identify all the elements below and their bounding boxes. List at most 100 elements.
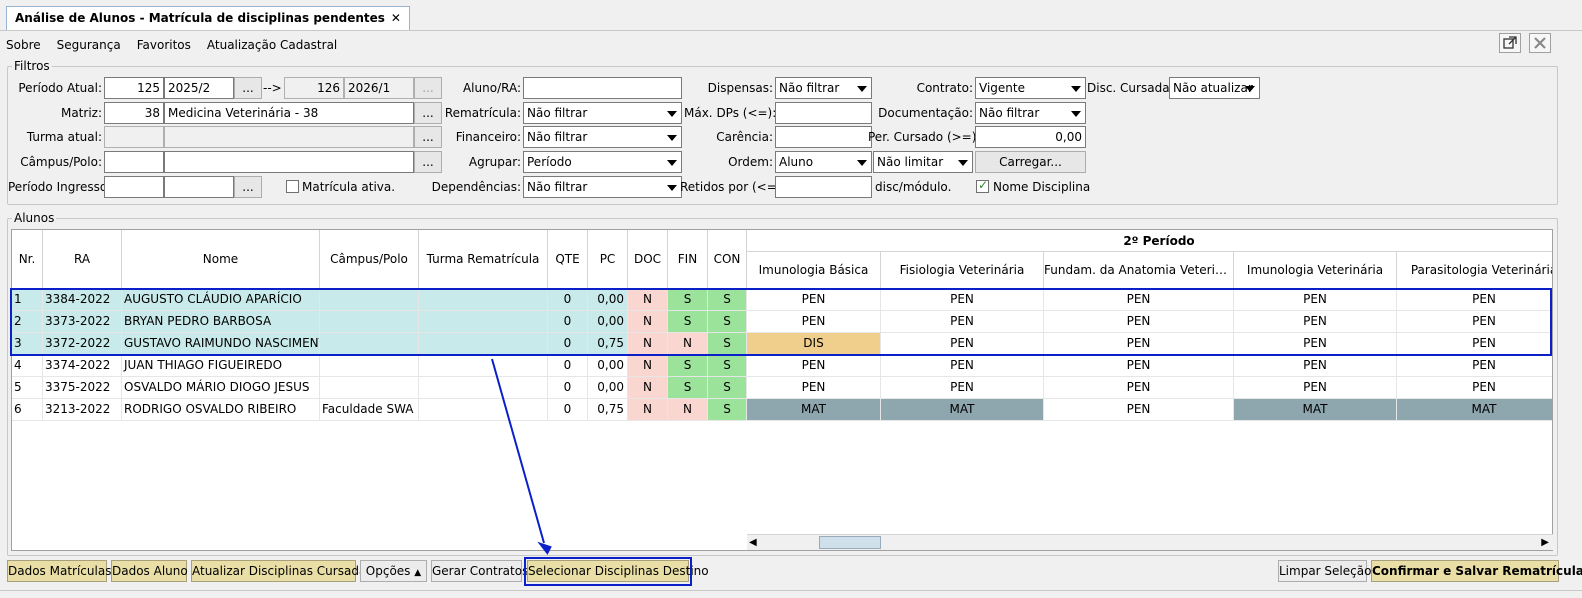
discipline-status-cell[interactable]: PEN <box>1397 377 1552 399</box>
table-cell[interactable]: N <box>628 355 668 377</box>
column-header[interactable]: Turma Rematrícula <box>419 230 548 289</box>
max-dps-input[interactable] <box>775 102 872 124</box>
opcoes-button[interactable]: Opções ▲ <box>360 560 427 582</box>
discipline-status-cell[interactable]: MAT <box>1397 399 1552 421</box>
financeiro-select[interactable]: Não filtrar <box>523 126 682 148</box>
campus-input[interactable] <box>164 151 414 173</box>
discipline-status-cell[interactable]: PEN <box>1397 355 1552 377</box>
discipline-status-cell[interactable]: PEN <box>1234 355 1397 377</box>
table-cell[interactable]: RODRIGO OSVALDO RIBEIRO <box>122 399 320 421</box>
column-header[interactable]: DOC <box>628 230 668 289</box>
scrollbar-thumb[interactable] <box>819 536 881 549</box>
ingresso-input[interactable] <box>164 176 234 198</box>
periodo-atual-input[interactable]: 2025/2 <box>164 77 234 99</box>
table-cell[interactable]: 0,00 <box>588 377 628 399</box>
column-header[interactable]: RA <box>43 230 122 289</box>
periodo-destino-code-input[interactable]: 126 <box>284 77 344 99</box>
column-header[interactable]: CON <box>708 230 747 289</box>
dependencias-select[interactable]: Não filtrar <box>523 176 682 198</box>
rematricula-select[interactable]: Não filtrar <box>523 102 682 124</box>
gerar-contratos-button[interactable]: Gerar Contratos <box>431 560 528 582</box>
popout-icon[interactable] <box>1499 33 1521 53</box>
discipline-status-cell[interactable]: PEN <box>1044 377 1234 399</box>
discipline-column-header[interactable]: Fisiologia Veterinária <box>881 252 1044 289</box>
menu-sobre[interactable]: Sobre <box>6 36 41 54</box>
table-cell[interactable] <box>320 355 419 377</box>
matricula-ativa-checkbox[interactable] <box>286 180 299 193</box>
scroll-right-icon[interactable]: ▶ <box>1541 537 1549 548</box>
dados-aluno-button[interactable]: Dados Aluno <box>111 560 188 582</box>
periodo-destino-lookup-button[interactable]: ... <box>414 77 442 99</box>
table-cell[interactable]: 5 <box>12 377 43 399</box>
table-cell[interactable]: 0,00 <box>588 355 628 377</box>
table-cell[interactable]: 3375-2022 <box>43 377 122 399</box>
menu-favoritos[interactable]: Favoritos <box>137 36 191 54</box>
carencia-input[interactable] <box>775 126 872 148</box>
column-header[interactable]: QTE <box>548 230 588 289</box>
matriz-input[interactable]: Medicina Veterinária - 38 <box>164 102 414 124</box>
limite-select[interactable]: Não limitar <box>873 151 973 173</box>
discipline-status-cell[interactable]: PEN <box>1044 399 1234 421</box>
campus-lookup-button[interactable]: ... <box>414 151 442 173</box>
retidos-input[interactable] <box>775 176 872 198</box>
matriz-lookup-button[interactable]: ... <box>414 102 442 124</box>
disc-cursadas-select[interactable]: Não atualizar <box>1169 77 1260 99</box>
table-cell[interactable]: OSVALDO MÁRIO DIOGO JESUS <box>122 377 320 399</box>
table-cell[interactable]: S <box>708 377 747 399</box>
discipline-column-header[interactable]: Imunologia Básica <box>747 252 881 289</box>
discipline-status-cell[interactable]: PEN <box>1044 355 1234 377</box>
periodo-atual-lookup-button[interactable]: ... <box>234 77 262 99</box>
table-cell[interactable]: 3213-2022 <box>43 399 122 421</box>
discipline-status-cell[interactable]: PEN <box>747 377 881 399</box>
ingresso-code-input[interactable] <box>104 176 164 198</box>
confirmar-salvar-button[interactable]: Confirmar e Salvar Rematrículas <box>1371 560 1582 582</box>
column-header[interactable]: Nome <box>122 230 320 289</box>
discipline-column-header[interactable]: Imunologia Veterinária <box>1234 252 1397 289</box>
discipline-status-cell[interactable]: PEN <box>747 355 881 377</box>
column-header[interactable]: PC <box>588 230 628 289</box>
close-tab-icon[interactable]: ✕ <box>391 11 401 25</box>
alunos-grid[interactable]: Nr. RA Nome Câmpus/Polo Turma Rematrícula QTE… <box>11 229 1553 551</box>
table-cell[interactable]: S <box>668 377 708 399</box>
table-cell[interactable]: Faculdade SWA ... <box>320 399 419 421</box>
table-cell[interactable]: N <box>628 377 668 399</box>
discipline-column-header[interactable]: Fundam. da Anatomia Veterinária... <box>1044 252 1234 289</box>
turma-code-input[interactable] <box>104 126 164 148</box>
table-cell[interactable]: N <box>628 399 668 421</box>
table-cell[interactable]: 6 <box>12 399 43 421</box>
periodo-destino-input[interactable]: 2026/1 <box>344 77 414 99</box>
campus-code-input[interactable] <box>104 151 164 173</box>
contrato-select[interactable]: Vigente <box>975 77 1086 99</box>
table-cell[interactable]: 3374-2022 <box>43 355 122 377</box>
column-header[interactable]: Câmpus/Polo <box>320 230 419 289</box>
discipline-status-cell[interactable]: PEN <box>1234 377 1397 399</box>
turma-input[interactable] <box>164 126 414 148</box>
atualizar-disciplinas-button[interactable]: Atualizar Disciplinas Cursadas <box>191 560 373 582</box>
discipline-status-cell[interactable]: MAT <box>747 399 881 421</box>
nome-disciplina-checkbox[interactable]: ✓ <box>976 178 989 193</box>
table-cell[interactable] <box>320 377 419 399</box>
table-cell[interactable]: S <box>668 355 708 377</box>
matriz-code-input[interactable]: 38 <box>104 102 164 124</box>
close-window-icon[interactable] <box>1529 33 1551 53</box>
menu-seguranca[interactable]: Segurança <box>57 36 121 54</box>
column-header[interactable]: Nr. <box>12 230 43 289</box>
discipline-status-cell[interactable]: PEN <box>881 355 1044 377</box>
tab-analise-alunos[interactable]: Análise de Alunos - Matrícula de discipl… <box>6 6 410 30</box>
column-header[interactable]: FIN <box>668 230 708 289</box>
ingresso-lookup-button[interactable]: ... <box>234 176 262 198</box>
carregar-button[interactable]: Carregar... <box>975 151 1086 173</box>
table-cell[interactable]: N <box>668 399 708 421</box>
turma-lookup-button[interactable]: ... <box>414 126 442 148</box>
limpar-selecao-button[interactable]: Limpar Seleção <box>1278 560 1371 582</box>
scroll-left-icon[interactable]: ◀ <box>749 537 757 548</box>
per-cursado-input[interactable]: 0,00 <box>975 126 1086 148</box>
discipline-status-cell[interactable]: MAT <box>881 399 1044 421</box>
discipline-status-cell[interactable]: MAT <box>1234 399 1397 421</box>
aluno-ra-input[interactable] <box>523 77 682 99</box>
table-cell[interactable]: JUAN THIAGO FIGUEIREDO <box>122 355 320 377</box>
menu-atualizacao-cadastral[interactable]: Atualização Cadastral <box>207 36 337 54</box>
dispensas-select[interactable]: Não filtrar <box>775 77 872 99</box>
table-cell[interactable]: 0,75 <box>588 399 628 421</box>
horizontal-scrollbar[interactable]: ◀ ▶ <box>747 534 1553 550</box>
